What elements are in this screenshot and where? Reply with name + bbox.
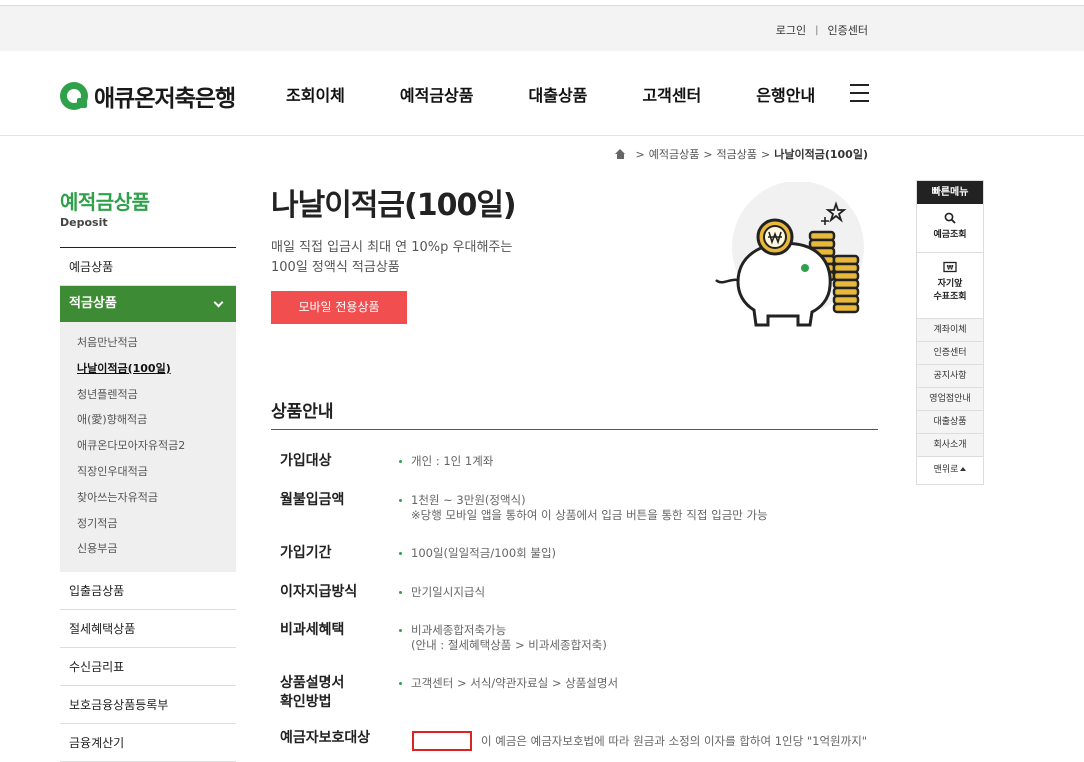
info-value-line: 1천원 ~ 3만원(정액식) [411, 493, 526, 507]
quick-label: 예금조회 [933, 230, 967, 240]
side-nav-item[interactable]: 보호금융상품등록부 [60, 686, 236, 725]
submenu-item[interactable]: 찾아쓰는자유적금 [60, 485, 236, 511]
info-value: 개인 : 1인 1계좌 [397, 454, 493, 473]
chevron-down-icon [213, 297, 224, 308]
submenu-item-current[interactable]: 나날이적금(100일) [60, 356, 236, 382]
breadcrumb-sep: > [635, 147, 645, 161]
piggy-bank-illustration-icon [715, 182, 864, 327]
info-row-interest-method: 이자지급방식 만기일시지급식 [280, 583, 485, 602]
quick-check-inquiry[interactable]: ₩ 자기앞 수표조회 [917, 253, 983, 319]
info-row-eligibility: 가입대상 개인 : 1인 1계좌 [280, 452, 493, 471]
side-nav-title: 예적금상품 [60, 190, 150, 214]
svg-text:₩: ₩ [947, 265, 954, 272]
quick-item[interactable]: 대출상품 [917, 411, 983, 434]
section-divider [271, 429, 878, 430]
info-value-note: (안내 : 절세혜택상품 > 비과세종합저축) [411, 638, 607, 652]
scroll-top-label: 맨위로 [933, 465, 959, 475]
logo-mark-icon [60, 82, 88, 110]
quick-menu-title: 빠른메뉴 [917, 181, 983, 204]
side-nav-item[interactable]: 입출금상품 [60, 572, 236, 611]
side-nav-item-deposit[interactable]: 예금상품 [60, 248, 236, 286]
nav-inquiry-transfer[interactable]: 조회이체 [286, 82, 345, 106]
breadcrumb-current: 나날이적금(100일) [774, 148, 868, 161]
info-value: 비과세종합저축가능 (안내 : 절세혜택상품 > 비과세종합저축) [397, 623, 607, 653]
info-label: 예금자보호대상 [280, 730, 371, 746]
info-value: 1천원 ~ 3만원(정액식) ※당행 모바일 앱을 통하여 이 상품에서 입금 … [397, 493, 768, 523]
info-value: 100일(일일적금/100회 불입) [397, 546, 556, 565]
side-nav-submenu: 처음만난적금 나날이적금(100일) 청년플렌적금 애(愛)향해적금 애큐온다모… [60, 322, 236, 573]
info-label: 월불입금액 [280, 492, 345, 508]
info-value: 만기일시지급식 [397, 585, 485, 604]
info-label: 상품설명서 확인방법 [280, 674, 397, 712]
section-title: 상품안내 [271, 402, 334, 422]
home-icon[interactable] [614, 149, 626, 159]
info-value-line: 비과세종합저축가능 [411, 623, 507, 637]
side-nav-item[interactable]: 금융계산기 [60, 724, 236, 762]
quick-item[interactable]: 계좌이체 [917, 319, 983, 342]
bank-logo[interactable]: 애큐온저축은행 [60, 79, 236, 113]
submenu-item[interactable]: 직장인우대적금 [60, 459, 236, 485]
quick-item[interactable]: 영업점안내 [917, 388, 983, 411]
info-value-note: ※당행 모바일 앱을 통하여 이 상품에서 입금 버튼을 통한 직접 입금만 가… [411, 508, 768, 522]
info-label: 가입대상 [280, 453, 332, 469]
breadcrumb-sep: > [703, 147, 713, 161]
quick-menu: 빠른메뉴 예금조회 ₩ 자기앞 수표조회 계좌이체 인증센터 공지사항 영업점안… [916, 180, 984, 485]
info-label-line: 상품설명서 [280, 675, 345, 691]
breadcrumb-item-deposit[interactable]: 예적금상품 [649, 146, 700, 162]
quick-item[interactable]: 인증센터 [917, 342, 983, 365]
info-label: 이자지급방식 [280, 584, 358, 600]
mobile-only-badge-button[interactable]: 모바일 전용상품 [271, 291, 407, 324]
breadcrumb-item-savings[interactable]: 적금상품 [717, 146, 757, 162]
quick-item[interactable]: 회사소개 [917, 434, 983, 457]
breadcrumb: > 예적금상품 > 적금상품 > 나날이적금(100일) [614, 146, 868, 162]
login-link[interactable]: 로그인 [776, 22, 806, 38]
nav-bank-info[interactable]: 은행안내 [756, 82, 815, 106]
cert-center-link[interactable]: 인증센터 [828, 22, 868, 38]
depositor-protection-logo [412, 731, 472, 751]
submenu-item[interactable]: 애큐온다모아자유적금2 [60, 433, 236, 459]
nav-loan-products[interactable]: 대출상품 [529, 82, 588, 106]
quick-item[interactable]: 공지사항 [917, 365, 983, 388]
scroll-top-button[interactable]: 맨위로 [917, 457, 983, 484]
info-label-line: 확인방법 [280, 694, 332, 710]
info-value: 고객센터 > 서식/약관자료실 > 상품설명서 [397, 676, 618, 714]
quick-label: 수표조회 [933, 292, 967, 302]
submenu-item[interactable]: 청년플렌적금 [60, 382, 236, 408]
search-icon [944, 212, 956, 224]
side-nav-subtitle: Deposit [60, 216, 108, 229]
side-nav-item[interactable]: 수신금리표 [60, 648, 236, 687]
check-cheque-icon: ₩ [943, 261, 957, 273]
submenu-item[interactable]: 처음만난적금 [60, 330, 236, 356]
side-nav: 예적금상품 Deposit 예금상품 적금상품 처음만난적금 나날이적금(100… [60, 186, 236, 762]
info-row-depositor-protection: 예금자보호대상 [280, 729, 397, 748]
depositor-protection-text: 이 예금은 예금자보호법에 따라 원금과 소정의 이자를 합하여 1인당 "1억… [481, 734, 868, 748]
info-label: 비과세혜택 [280, 622, 345, 638]
side-nav-active-label: 적금상품 [69, 296, 117, 311]
utility-bar: 로그인 | 인증센터 [0, 6, 1084, 51]
quick-label: 자기앞 [937, 279, 963, 289]
breadcrumb-sep: > [761, 147, 771, 161]
nav-deposit-products[interactable]: 예적금상품 [400, 82, 474, 106]
side-nav-item-savings-active[interactable]: 적금상품 [60, 286, 236, 322]
utility-links: 로그인 | 인증센터 [776, 22, 868, 38]
submenu-item[interactable]: 애(愛)향해적금 [60, 407, 236, 433]
arrow-up-icon [960, 467, 967, 471]
hamburger-menu-icon[interactable] [850, 84, 869, 102]
info-row-tax-benefit: 비과세혜택 비과세종합저축가능 (안내 : 절세혜택상품 > 비과세종합저축) [280, 621, 607, 653]
utility-separator: | [815, 24, 819, 36]
main-nav: 조회이체 예적금상품 대출상품 고객센터 은행안내 [286, 82, 870, 106]
info-row-product-manual: 상품설명서 확인방법 고객센터 > 서식/약관자료실 > 상품설명서 [280, 674, 618, 712]
nav-customer-center[interactable]: 고객센터 [642, 82, 701, 106]
header: 애큐온저축은행 조회이체 예적금상품 대출상품 고객센터 은행안내 [0, 51, 1084, 136]
info-label: 가입기간 [280, 545, 332, 561]
submenu-item[interactable]: 정기적금 [60, 511, 236, 537]
quick-deposit-inquiry[interactable]: 예금조회 [917, 204, 983, 253]
submenu-item[interactable]: 신용부금 [60, 536, 236, 562]
info-row-period: 가입기간 100일(일일적금/100회 불입) [280, 544, 556, 563]
info-row-monthly-amount: 월불입금액 1천원 ~ 3만원(정액식) ※당행 모바일 앱을 통하여 이 상품… [280, 491, 768, 523]
side-nav-item[interactable]: 절세혜택상품 [60, 610, 236, 649]
logo-text: 애큐온저축은행 [94, 86, 236, 112]
